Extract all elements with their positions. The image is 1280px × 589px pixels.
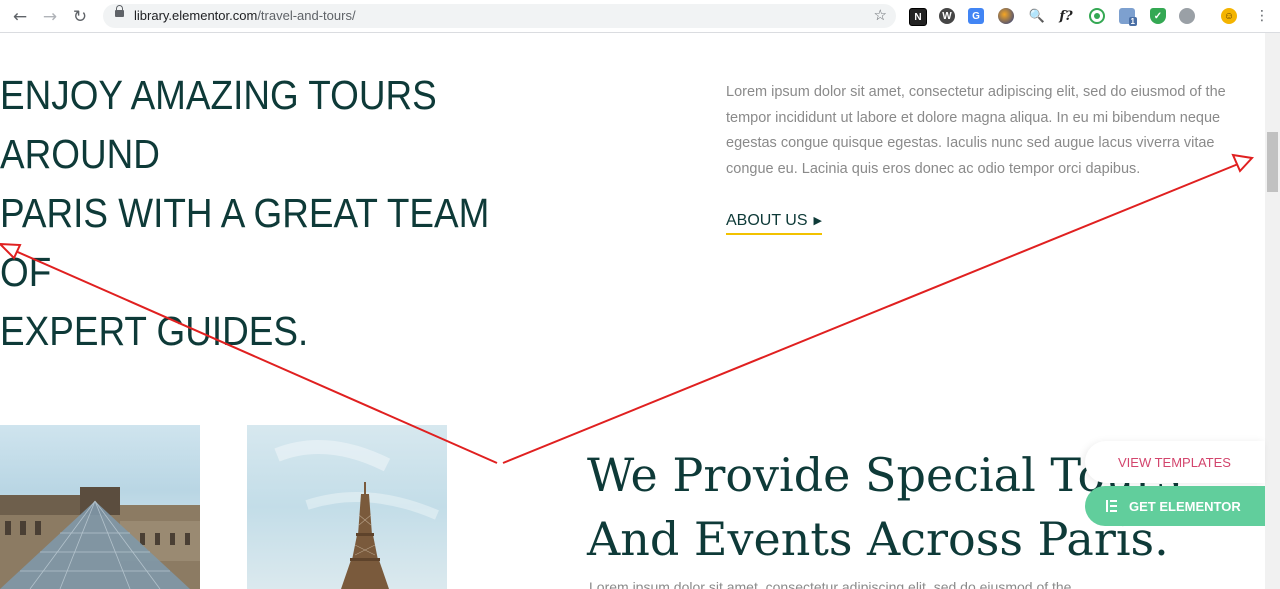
view-templates-button[interactable]: VIEW TEMPLATES (1085, 441, 1265, 483)
hero-paragraph: Lorem ipsum dolor sit amet, consectetur … (726, 84, 1226, 177)
hero-title-line-1: ENJOY AMAZING TOURS AROUND (0, 72, 437, 177)
about-us-link[interactable]: ABOUT US ▶ (726, 212, 822, 235)
get-elementor-button[interactable]: GET ELEMENTOR (1085, 486, 1265, 526)
view-templates-label: VIEW TEMPLATES (1118, 454, 1231, 470)
font-identifier-icon[interactable]: f? (1058, 8, 1074, 24)
elementor-logo-icon (1105, 499, 1119, 513)
section-title-line-2: And Events Across Paris. (587, 512, 1169, 566)
hero-title-line-3: EXPERT GUIDES. (0, 308, 309, 354)
reload-icon[interactable]: ↻ (68, 5, 92, 29)
hero-title: ENJOY AMAZING TOURS AROUND PARIS WITH A … (0, 66, 504, 361)
back-icon[interactable]: ← (8, 5, 32, 29)
search-ext-icon[interactable]: 🔍 (1029, 8, 1045, 24)
address-bar[interactable]: library.elementor.com/travel-and-tours/ … (103, 4, 896, 28)
url-text[interactable]: library.elementor.com/travel-and-tours/ (134, 8, 356, 23)
wordpress-icon[interactable]: W (939, 8, 955, 24)
caret-right-icon: ▶ (813, 215, 822, 227)
about-us-label: ABOUT US (726, 212, 808, 229)
more-menu-icon[interactable]: ⋮ (1255, 6, 1269, 26)
emoji-icon[interactable]: ☺ (1221, 8, 1237, 24)
record-icon[interactable] (1089, 8, 1105, 24)
lock-icon (115, 5, 124, 17)
globe-icon[interactable] (1179, 8, 1195, 24)
color-picker-icon[interactable] (998, 8, 1014, 24)
hero-title-line-2: PARIS WITH A GREAT TEAM OF (0, 190, 490, 295)
louvre-photo (0, 425, 200, 589)
shield-icon[interactable]: ✓ (1150, 8, 1166, 24)
mail-notifier-icon[interactable]: 1 (1119, 8, 1137, 26)
browser-toolbar: ← → ↻ library.elementor.com/travel-and-t… (0, 0, 1280, 33)
arrow-to-paragraph (502, 159, 1249, 464)
get-elementor-label: GET ELEMENTOR (1129, 498, 1241, 514)
translate-icon[interactable]: G (968, 8, 984, 24)
bookmark-star-icon[interactable]: ☆ (874, 6, 887, 24)
eiffel-tower-photo (247, 425, 447, 589)
forward-icon[interactable]: → (38, 5, 62, 29)
notion-icon[interactable]: N (909, 8, 927, 26)
section-subtext: Lorem ipsum dolor sit amet, consectetur … (589, 580, 1072, 589)
scrollbar-thumb[interactable] (1267, 132, 1278, 192)
